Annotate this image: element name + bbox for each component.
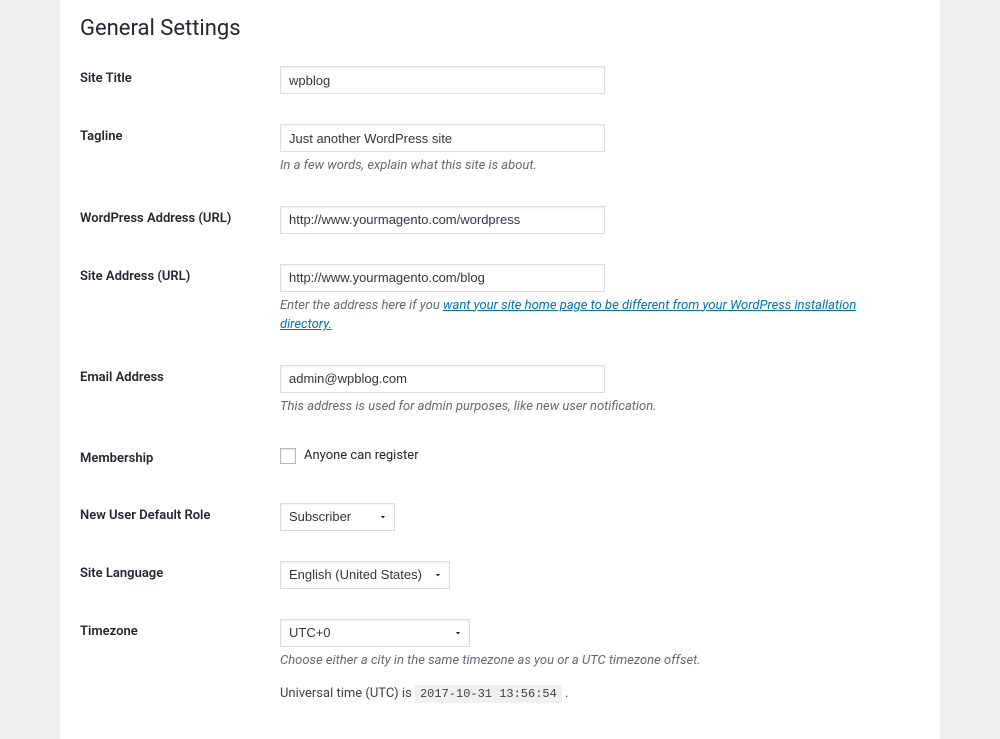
email-input[interactable] (280, 365, 605, 393)
site-address-input[interactable] (280, 264, 605, 292)
timezone-select[interactable]: UTC+0 (280, 619, 470, 647)
utc-time-suffix: . (562, 686, 569, 701)
membership-label: Membership (80, 431, 280, 488)
site-address-description: Enter the address here if you want your … (280, 296, 910, 335)
site-language-label: Site Language (80, 546, 280, 604)
timezone-label: Timezone (80, 604, 280, 719)
tagline-description: In a few words, explain what this site i… (280, 156, 910, 176)
page-title: General Settings (80, 10, 920, 51)
utc-time: Universal time (UTC) is 2017-10-31 13:56… (280, 684, 910, 704)
settings-form: Site Title Tagline In a few words, expla… (80, 51, 920, 719)
site-address-description-prefix: Enter the address here if you (280, 298, 443, 313)
wp-address-label: WordPress Address (URL) (80, 191, 280, 249)
membership-checkbox-label[interactable]: Anyone can register (280, 446, 910, 466)
site-title-input[interactable] (280, 66, 605, 94)
membership-checkbox-text: Anyone can register (304, 446, 419, 466)
site-title-label: Site Title (80, 51, 280, 109)
site-address-label: Site Address (URL) (80, 249, 280, 350)
tagline-label: Tagline (80, 109, 280, 191)
timezone-description: Choose either a city in the same timezon… (280, 651, 910, 671)
site-language-select[interactable]: English (United States) (280, 561, 450, 589)
email-description: This address is used for admin purposes,… (280, 397, 910, 417)
tagline-input[interactable] (280, 124, 605, 152)
wp-address-input[interactable] (280, 206, 605, 234)
utc-time-label: Universal time (UTC) is (280, 686, 415, 701)
email-label: Email Address (80, 350, 280, 432)
default-role-select[interactable]: Subscriber (280, 503, 395, 531)
default-role-label: New User Default Role (80, 488, 280, 546)
utc-time-value: 2017-10-31 13:56:54 (415, 685, 562, 703)
membership-checkbox[interactable] (280, 448, 296, 464)
